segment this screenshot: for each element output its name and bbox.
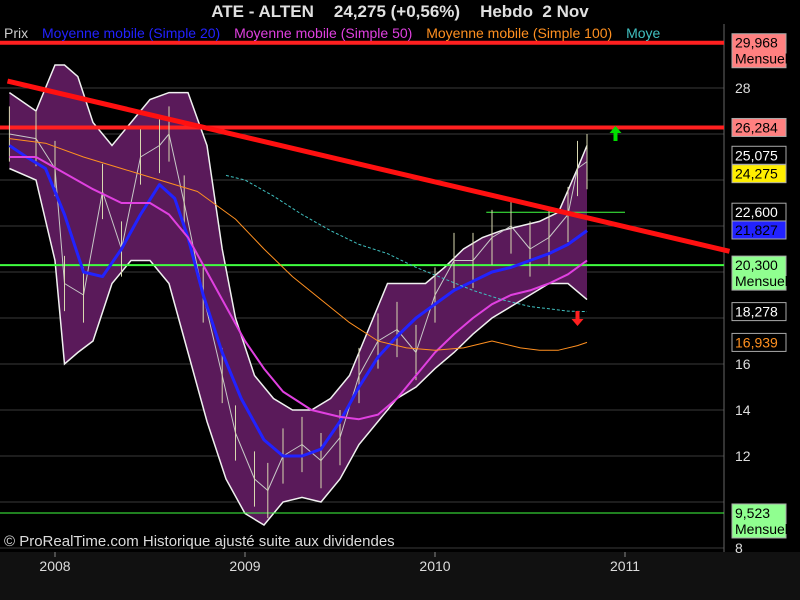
- y-tick-label: 28: [735, 80, 751, 96]
- legend-item-sma50: Moyenne mobile (Simple 50): [234, 25, 413, 41]
- y-tick-label: 16: [735, 356, 751, 372]
- y-tick-label: 12: [735, 448, 751, 464]
- legend-item-sma20: Moyenne mobile (Simple 20): [42, 25, 221, 41]
- price-label-value: 20,300: [735, 257, 778, 273]
- price-label-period: Mensuel: [735, 273, 788, 289]
- legend-item-prix: Prix: [4, 25, 29, 41]
- price-label-value: 16,939: [735, 334, 778, 350]
- price-label-value: 24,275: [735, 166, 778, 182]
- price-label-value: 9,523: [735, 505, 770, 521]
- chart-title-bar: ATE - ALTEN 24,275 (+0,56%) Hebdo 2 Nov: [0, 0, 800, 24]
- x-tick-label: 2011: [610, 558, 640, 574]
- price-label-value: 29,968: [735, 35, 778, 51]
- legend-item-sma200: Moye: [626, 25, 661, 41]
- x-tick-label: 2008: [39, 558, 70, 574]
- x-tick-label: 2010: [419, 558, 450, 574]
- y-tick-label: 14: [735, 402, 751, 418]
- price-label-value: 18,278: [735, 304, 778, 320]
- price-label-value: 25,075: [735, 147, 778, 163]
- legend: Prix Moyenne mobile (Simple 20) Moyenne …: [4, 24, 670, 42]
- ticker-title: ATE - ALTEN: [211, 2, 314, 21]
- chart-canvas: 812141628 2008 2009 2010 2011 29,968Mensuel…: [0, 24, 800, 600]
- x-axis-strip: [0, 552, 800, 600]
- price-label-period: Mensuel: [735, 51, 788, 67]
- legend-item-sma100: Moyenne mobile (Simple 100): [426, 25, 613, 41]
- price-label-value: 21,827: [735, 222, 778, 238]
- x-tick-label: 2009: [229, 558, 260, 574]
- period-label: Hebdo 2 Nov: [480, 2, 589, 21]
- watermark: © ProRealTime.com Historique ajusté suit…: [4, 533, 395, 550]
- quote-value: 24,275 (+0,56%): [333, 2, 461, 21]
- price-label-value: 26,284: [735, 119, 778, 135]
- price-label-period: Mensuel: [735, 521, 788, 537]
- price-label-value: 22,600: [735, 204, 778, 220]
- y-tick-label: 8: [735, 540, 743, 556]
